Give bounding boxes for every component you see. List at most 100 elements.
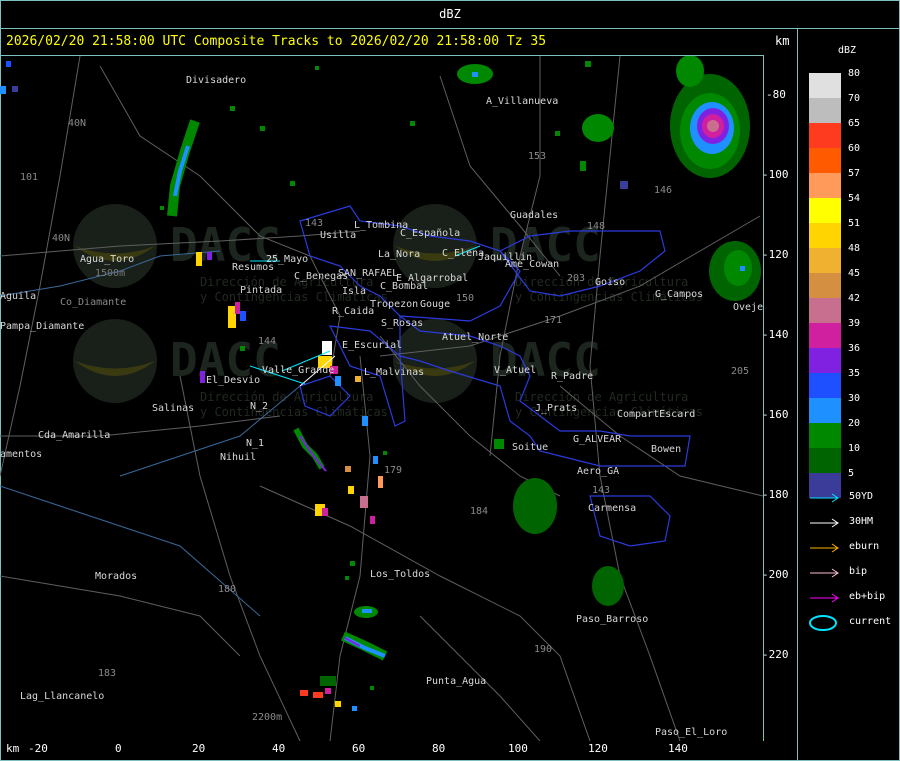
watermark-line1: Dirección de Agricultura bbox=[515, 390, 688, 404]
place-label: Cda_Amarilla bbox=[38, 430, 110, 441]
road-number: 190 bbox=[534, 644, 552, 655]
x-axis-unit: km bbox=[6, 742, 20, 755]
legend-swatch bbox=[809, 398, 841, 423]
legend-swatch bbox=[809, 323, 841, 348]
x-tick-label: 20 bbox=[192, 742, 206, 755]
y-tick-label: -200 bbox=[762, 568, 789, 581]
radar-map[interactable]: DACC Dirección de Agricultura y Continge… bbox=[0, 55, 764, 741]
echo-south-cells bbox=[300, 606, 388, 707]
legend-value-label: 57 bbox=[848, 168, 861, 179]
legend-value-label: 5 bbox=[848, 468, 855, 479]
track-legend-label: 50YD bbox=[849, 491, 874, 502]
place-label: S_Rosas bbox=[381, 318, 423, 329]
place-label: La_Nora bbox=[378, 249, 420, 260]
place-label: Valle_Grande bbox=[262, 365, 334, 376]
current-ellipse-icon bbox=[809, 615, 837, 631]
x-tick-label: 140 bbox=[668, 742, 688, 755]
window-title: dBZ bbox=[0, 0, 900, 29]
place-label: SAN_RAFAEL bbox=[338, 268, 398, 279]
track-legend-item: 50YD bbox=[808, 489, 898, 507]
track-legend-item: eburn bbox=[808, 539, 898, 557]
track-arrow-icon bbox=[810, 518, 839, 528]
y-tick-label: -160 bbox=[762, 408, 789, 421]
place-label: J_Prats bbox=[535, 403, 577, 414]
place-label: Agua_Toro bbox=[80, 254, 134, 265]
legend-swatch bbox=[809, 348, 841, 373]
place-label: Los_Toldos bbox=[370, 569, 430, 580]
road-number: 179 bbox=[384, 465, 402, 476]
place-label: Paso_Barroso bbox=[576, 614, 648, 625]
legend-swatch bbox=[809, 448, 841, 473]
road-number: 146 bbox=[654, 185, 672, 196]
legend-swatch bbox=[809, 198, 841, 223]
track-legend-label: bip bbox=[849, 566, 868, 577]
place-label: Soitue bbox=[512, 442, 548, 453]
legend-value-label: 60 bbox=[848, 143, 861, 154]
legend-swatch bbox=[809, 98, 841, 123]
place-label: Usilla bbox=[320, 230, 356, 241]
road-number: 144 bbox=[258, 336, 276, 347]
place-label: Punta_Agua bbox=[426, 676, 486, 687]
x-tick-label: 100 bbox=[508, 742, 528, 755]
place-label: 1500m bbox=[95, 268, 125, 279]
dacc-watermarks: DACC Dirección de Agricultura y Continge… bbox=[73, 204, 703, 419]
road-number: 205 bbox=[731, 366, 749, 377]
place-label: L_Malvinas bbox=[364, 367, 424, 378]
x-tick-label: 120 bbox=[588, 742, 608, 755]
place-label: Atuel_Norte bbox=[442, 332, 508, 343]
x-tick-label: 40 bbox=[272, 742, 286, 755]
map-canvas: DACC Dirección de Agricultura y Continge… bbox=[0, 56, 763, 741]
legend-swatch bbox=[809, 298, 841, 323]
road-number: 150 bbox=[456, 293, 474, 304]
place-label: Pintada bbox=[240, 285, 282, 296]
y-axis-unit: km bbox=[775, 34, 790, 48]
road-number: 143 bbox=[592, 485, 610, 496]
y-tick-label: -220 bbox=[762, 648, 789, 661]
track-arrow-icon bbox=[810, 493, 839, 503]
legend-value-label: 51 bbox=[848, 218, 861, 229]
legend-swatch bbox=[809, 173, 841, 198]
place-label: El_Desvio bbox=[206, 375, 260, 386]
place-label: Nihuil bbox=[220, 452, 256, 463]
place-label: Lag_Llancanelo bbox=[20, 691, 104, 702]
place-label: Goiso bbox=[595, 277, 625, 288]
legend-value-label: 20 bbox=[848, 418, 861, 429]
legend-value-label: 42 bbox=[848, 293, 861, 304]
place-label: C_Española bbox=[400, 228, 460, 239]
track-legend-item: current bbox=[808, 614, 898, 632]
place-label: E_Escurial bbox=[342, 340, 402, 351]
place-label: Oveje bbox=[733, 302, 763, 313]
y-tick-label: -100 bbox=[762, 168, 789, 181]
place-label: Morados bbox=[95, 571, 137, 582]
road-number: 183 bbox=[98, 668, 116, 679]
legend-swatch bbox=[809, 373, 841, 398]
echo-east-cell bbox=[709, 241, 761, 301]
legend-swatch bbox=[809, 273, 841, 298]
place-label: Ame_Cowan bbox=[505, 259, 559, 270]
x-axis: km -20 0 20 40 60 80 100 120 140 bbox=[0, 740, 763, 761]
place-label: Paso_El_Loro bbox=[655, 727, 727, 738]
track-legend-label: eb+bip bbox=[849, 591, 886, 602]
road-number: 40N bbox=[68, 118, 86, 129]
x-tick-label: -20 bbox=[28, 742, 48, 755]
track-legend-item: bip bbox=[808, 564, 898, 582]
road-number: 148 bbox=[587, 221, 605, 232]
road-number: 184 bbox=[470, 506, 488, 517]
place-label: Pampa_Diamante bbox=[0, 321, 84, 332]
legend-value-label: 30 bbox=[848, 393, 861, 404]
legend-value-label: 70 bbox=[848, 93, 861, 104]
place-label: Bowen bbox=[651, 444, 681, 455]
echo-far-west bbox=[0, 61, 18, 94]
x-tick-label: 60 bbox=[352, 742, 366, 755]
legend-value-label: 65 bbox=[848, 118, 861, 129]
track-arrow-icon bbox=[810, 568, 839, 578]
place-label: Co_Diamante bbox=[60, 297, 126, 308]
place-label: 25_Mayo bbox=[266, 254, 308, 265]
legend-value-label: 39 bbox=[848, 318, 861, 329]
watermark-line2: y Contingencias Climáticas bbox=[200, 405, 388, 419]
place-label: Divisadero bbox=[186, 75, 246, 86]
place-label: Isla bbox=[342, 286, 366, 297]
legend-value-label: 45 bbox=[848, 268, 861, 279]
echo-north-cells bbox=[457, 61, 628, 189]
place-label: R_Padre bbox=[551, 371, 593, 382]
